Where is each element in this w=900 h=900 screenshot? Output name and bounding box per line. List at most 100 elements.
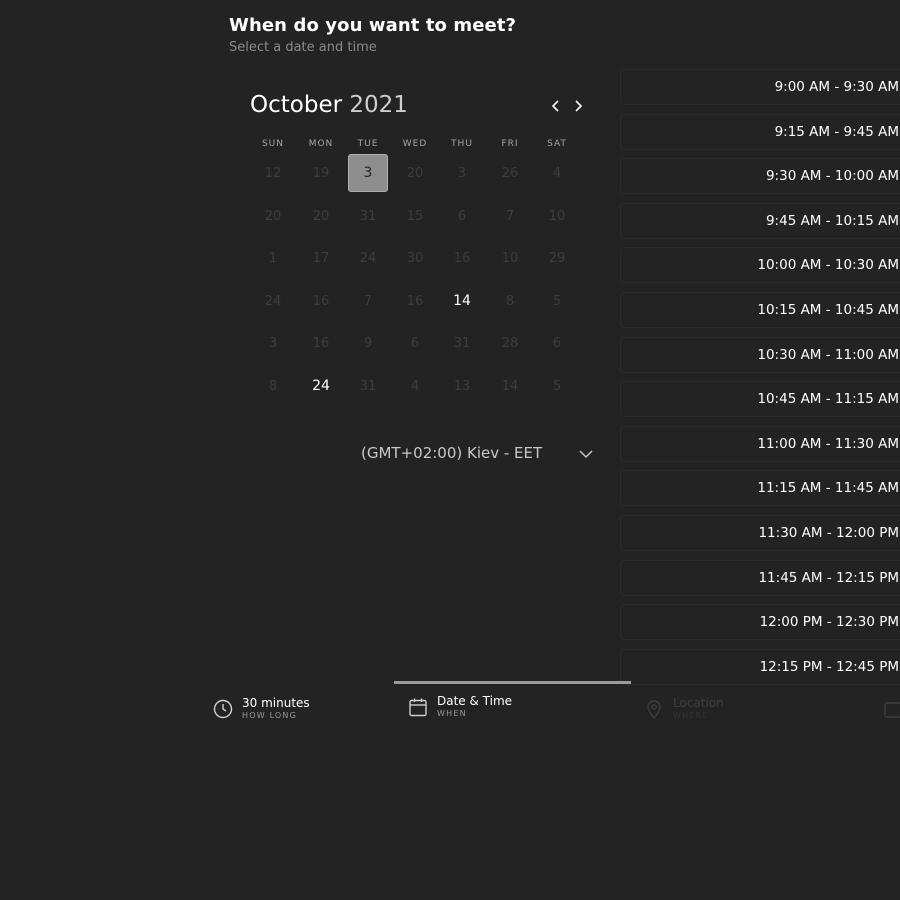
- page-subtitle: Select a date and time: [229, 40, 377, 55]
- weekday-header: FRI: [501, 139, 519, 149]
- calendar-day-disabled: 10: [548, 208, 566, 224]
- time-slot-label: 11:15 AM - 11:45 AM: [757, 480, 899, 497]
- page-title: When do you want to meet?: [229, 15, 517, 36]
- calendar-day-disabled: 12: [264, 165, 282, 181]
- calendar-day-disabled: 16: [312, 335, 330, 351]
- step-label: Location: [673, 696, 724, 710]
- calendar-day-disabled: 31: [359, 378, 377, 394]
- month-year-label: October 2021: [250, 92, 408, 118]
- time-slot-button[interactable]: 11:00 AM - 11:30 AM: [620, 425, 900, 462]
- calendar-day-available[interactable]: 14: [442, 282, 482, 320]
- calendar-day-disabled: 15: [406, 208, 424, 224]
- calendar-day-disabled: 13: [453, 378, 471, 394]
- chevron-right-icon: [575, 100, 583, 112]
- step-when[interactable]: Date & Time WHEN: [407, 694, 512, 720]
- calendar-day-disabled: 6: [457, 208, 467, 224]
- time-slot-button[interactable]: 9:45 AM - 10:15 AM: [620, 202, 900, 239]
- time-slot-button[interactable]: 11:45 AM - 12:15 PM: [620, 559, 900, 596]
- calendar-day-disabled: 29: [548, 250, 566, 266]
- weekday-header: TUE: [357, 139, 379, 149]
- time-slot-button[interactable]: 10:30 AM - 11:00 AM: [620, 336, 900, 373]
- step-where[interactable]: Location WHERE: [643, 696, 724, 722]
- time-slot-label: 12:00 PM - 12:30 PM: [759, 614, 899, 631]
- time-slot-label: 9:45 AM - 10:15 AM: [765, 212, 899, 229]
- calendar-day-disabled: 20: [312, 208, 330, 224]
- calendar-day-disabled: 3: [457, 165, 467, 181]
- weekday-header: THU: [451, 139, 473, 149]
- timezone-label[interactable]: (GMT+02:00) Kiev - EET: [361, 444, 542, 462]
- time-slot-button[interactable]: 9:30 AM - 10:00 AM: [620, 158, 900, 195]
- chevron-down-icon[interactable]: [577, 446, 595, 462]
- step-how-long[interactable]: 30 minutes HOW LONG: [212, 696, 310, 722]
- calendar-day-disabled: 24: [359, 250, 377, 266]
- next-month-button[interactable]: [568, 94, 588, 118]
- time-slot-label: 10:45 AM - 11:15 AM: [757, 391, 899, 408]
- time-slot-button[interactable]: 11:30 AM - 12:00 PM: [620, 515, 900, 551]
- calendar-day-disabled: 1: [268, 250, 278, 266]
- calendar-day-disabled: 6: [410, 335, 420, 351]
- calendar-day-disabled: 4: [552, 165, 562, 181]
- time-slot-button[interactable]: 12:15 PM - 12:45 PM: [620, 648, 900, 685]
- calendar-day-available[interactable]: 24: [301, 367, 341, 405]
- time-slot-button[interactable]: 10:15 AM - 10:45 AM: [620, 292, 900, 328]
- time-slot-button[interactable]: 9:00 AM - 9:30 AM: [620, 69, 900, 105]
- page-header: When do you want to meet? Select a date …: [229, 15, 516, 55]
- calendar-day-disabled: 16: [453, 250, 471, 266]
- step-sublabel: WHEN: [437, 709, 467, 718]
- calendar-day-disabled: 3: [268, 335, 278, 351]
- weekday-header: MON: [308, 139, 334, 149]
- time-slot-button[interactable]: 10:45 AM - 11:15 AM: [620, 381, 900, 418]
- step-sublabel: WHERE: [673, 711, 709, 720]
- calendar-day-disabled: 16: [312, 293, 330, 309]
- time-slot-button[interactable]: 11:15 AM - 11:45 AM: [620, 470, 900, 507]
- calendar-day-disabled: 14: [501, 378, 519, 394]
- calendar-day-disabled: 4: [410, 378, 420, 394]
- time-slot-button[interactable]: 12:00 PM - 12:30 PM: [620, 604, 900, 641]
- calendar-day-disabled: 24: [264, 293, 282, 309]
- calendar-day-disabled: 5: [552, 378, 562, 394]
- calendar-day-disabled: 20: [406, 165, 424, 181]
- time-slot-label: 9:30 AM - 10:00 AM: [765, 168, 899, 185]
- step-details[interactable]: [882, 696, 900, 720]
- calendar-icon: [409, 698, 427, 717]
- details-icon: [884, 702, 900, 718]
- time-slot-label: 11:00 AM - 11:30 AM: [757, 435, 899, 452]
- time-slot-label: 11:30 AM - 12:00 PM: [758, 525, 899, 541]
- calendar-day-disabled: 7: [363, 293, 373, 309]
- calendar-day-disabled: 28: [501, 335, 519, 351]
- calendar-day-disabled: 8: [268, 378, 278, 394]
- calendar-day-disabled: 26: [501, 165, 519, 181]
- calendar-day-disabled: 8: [505, 293, 515, 309]
- time-slot-label: 10:30 AM - 11:00 AM: [757, 346, 899, 363]
- calendar-day-disabled: 5: [552, 293, 562, 309]
- calendar-day-disabled: 16: [406, 293, 424, 309]
- calendar-day-selected[interactable]: 3: [348, 154, 388, 192]
- calendar-day-disabled: 7: [505, 208, 515, 224]
- map-pin-icon: [647, 700, 661, 720]
- calendar-day-disabled: 6: [552, 335, 562, 351]
- time-slot-label: 12:15 PM - 12:45 PM: [759, 658, 899, 675]
- time-slot-label: 11:45 AM - 12:15 PM: [758, 569, 899, 586]
- weekday-header: SAT: [547, 139, 567, 149]
- step-progress-indicator: [394, 681, 631, 684]
- time-slot-button[interactable]: 10:00 AM - 10:30 AM: [620, 247, 900, 284]
- calendar-day-disabled: 17: [312, 250, 330, 266]
- calendar-day-disabled: 9: [363, 335, 373, 351]
- time-slot-label: 10:00 AM - 10:30 AM: [757, 257, 899, 274]
- clock-icon: [213, 699, 233, 719]
- calendar-day-disabled: 31: [453, 335, 471, 351]
- time-slot-label: 9:00 AM - 9:30 AM: [774, 79, 899, 95]
- weekday-header: WED: [402, 139, 428, 149]
- time-slot-button[interactable]: 9:15 AM - 9:45 AM: [620, 113, 900, 150]
- year-label: 2021: [349, 92, 408, 118]
- step-label: 30 minutes: [242, 696, 310, 710]
- calendar-day-disabled: 20: [264, 208, 282, 224]
- calendar-day-disabled: 30: [406, 250, 424, 266]
- step-sublabel: HOW LONG: [242, 711, 298, 720]
- time-slot-label: 10:15 AM - 10:45 AM: [757, 302, 899, 318]
- weekday-header: SUN: [261, 139, 285, 149]
- calendar-day-disabled: 19: [312, 165, 330, 181]
- calendar-day-disabled: 10: [501, 250, 519, 266]
- prev-month-button[interactable]: [546, 94, 566, 118]
- chevron-left-icon: [551, 100, 559, 112]
